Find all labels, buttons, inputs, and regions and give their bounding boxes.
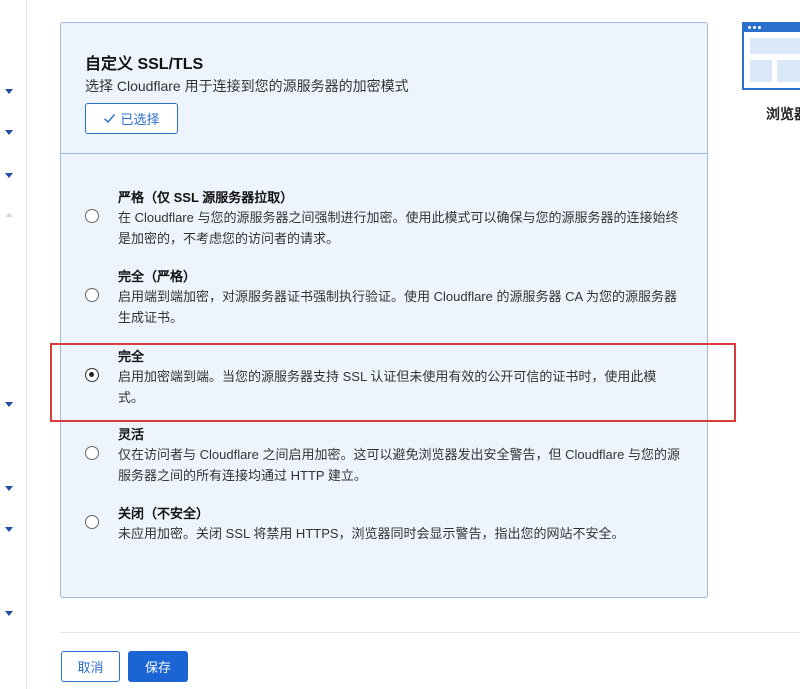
- chevron-down-icon[interactable]: [5, 527, 13, 532]
- radio-button[interactable]: [85, 446, 99, 460]
- chevron-down-icon[interactable]: [5, 173, 13, 178]
- option-title: 灵活: [118, 427, 145, 442]
- check-icon: [103, 112, 116, 125]
- option-description: 在 Cloudflare 与您的源服务器之间强制进行加密。使用此模式可以确保与您…: [118, 210, 679, 246]
- left-sidebar-rail: [0, 0, 27, 689]
- card-header: 自定义 SSL/TLS 选择 Cloudflare 用于连接到您的源服务器的加密…: [61, 23, 707, 154]
- selected-button[interactable]: 已选择: [85, 103, 178, 134]
- option-title: 完全（严格）: [118, 269, 197, 284]
- chevron-down-icon[interactable]: [5, 89, 13, 94]
- save-button[interactable]: 保存: [128, 651, 188, 682]
- chevron-down-icon[interactable]: [5, 402, 13, 407]
- radio-button[interactable]: [85, 288, 99, 302]
- radio-button[interactable]: [85, 209, 99, 223]
- card-subtitle: 选择 Cloudflare 用于连接到您的源服务器的加密模式: [85, 78, 409, 94]
- custom-ssl-card: 自定义 SSL/TLS 选择 Cloudflare 用于连接到您的源服务器的加密…: [60, 22, 708, 598]
- cancel-button[interactable]: 取消: [61, 651, 120, 682]
- selected-button-label: 已选择: [120, 112, 160, 127]
- option-description: 未应用加密。关闭 SSL 将禁用 HTTPS，浏览器同时会显示警告，指出您的网站…: [118, 526, 625, 541]
- option-title: 严格（仅 SSL 源服务器拉取）: [118, 190, 294, 205]
- option-description: 仅在访问者与 Cloudflare 之间启用加密。这可以避免浏览器发出安全警告，…: [118, 447, 680, 483]
- option-title: 关闭（不安全）: [118, 506, 210, 521]
- browser-illustration-icon: [742, 22, 800, 90]
- card-title: 自定义 SSL/TLS: [85, 56, 204, 73]
- highlight-box: [50, 343, 736, 422]
- footer-divider: [60, 632, 800, 633]
- option-description: 启用端到端加密，对源服务器证书强制执行验证。使用 Cloudflare 的源服务…: [118, 289, 678, 325]
- radio-button[interactable]: [85, 515, 99, 529]
- browser-label: 浏览器: [766, 106, 800, 122]
- chevron-down-icon[interactable]: [5, 486, 13, 491]
- chevron-down-icon[interactable]: [5, 130, 13, 135]
- chevron-up-icon[interactable]: [5, 213, 13, 217]
- chevron-down-icon[interactable]: [5, 611, 13, 616]
